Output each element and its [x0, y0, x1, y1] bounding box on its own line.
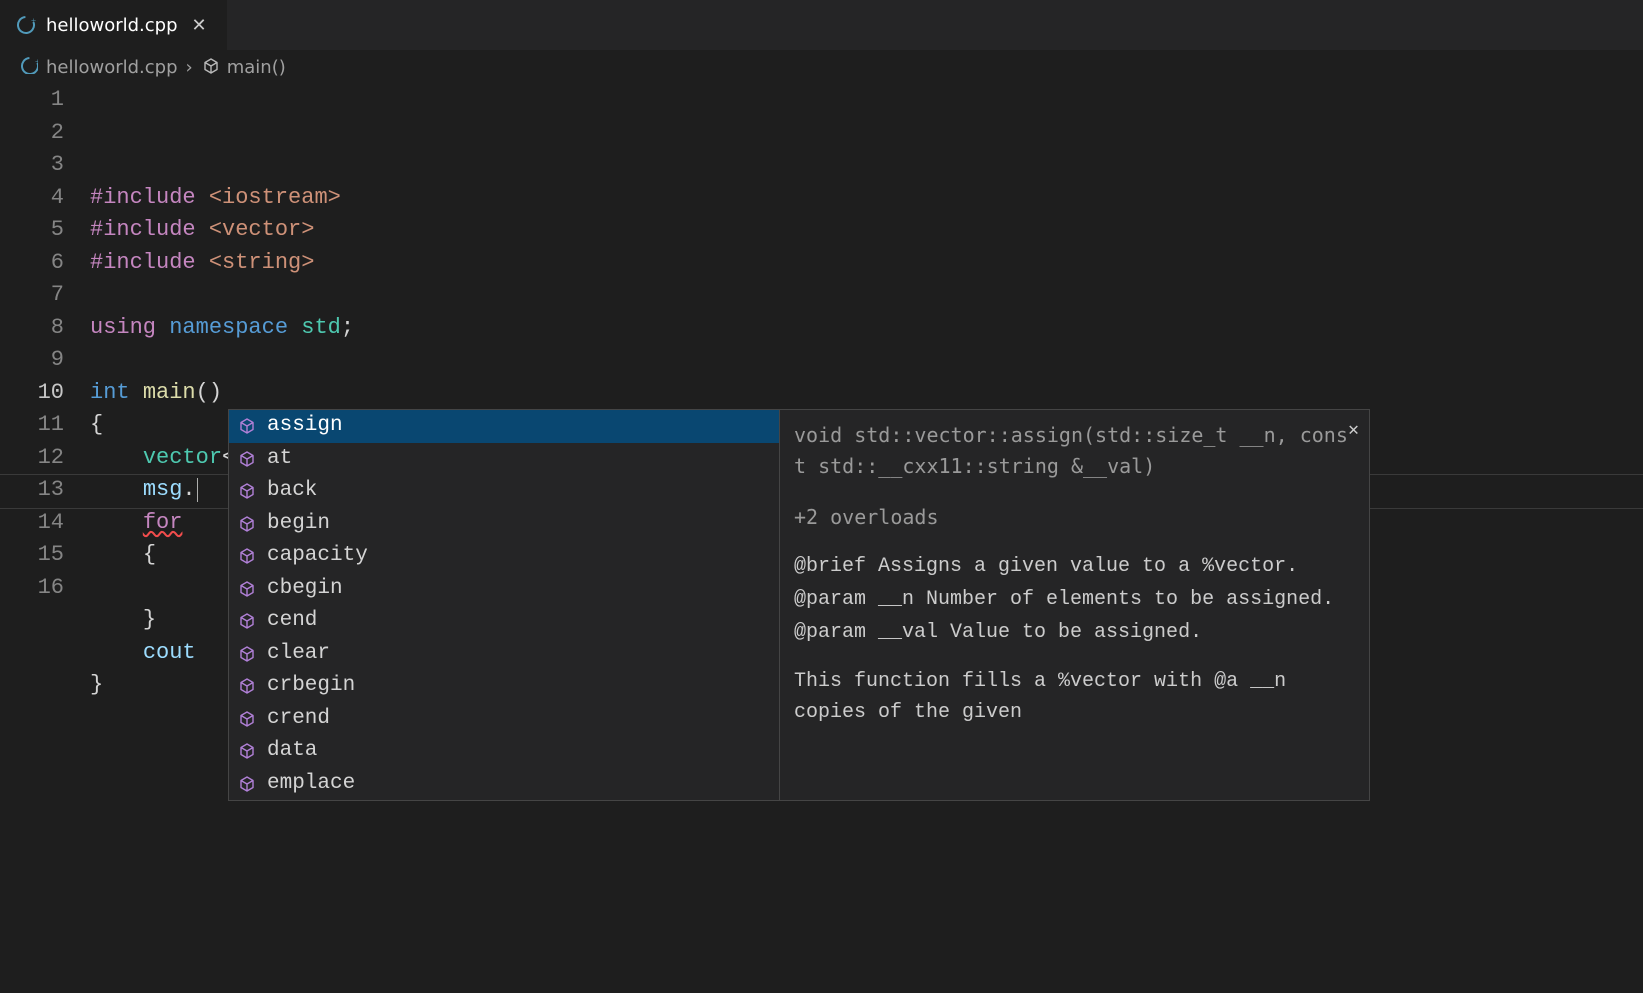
line-number: 6 [0, 247, 64, 280]
code-line[interactable]: using namespace std; [90, 312, 1643, 345]
line-number: 9 [0, 344, 64, 377]
suggest-item-emplace[interactable]: emplace [229, 768, 779, 801]
line-number: 16 [0, 572, 64, 605]
suggest-item-clear[interactable]: clear [229, 638, 779, 671]
line-number: 7 [0, 279, 64, 312]
method-icon [237, 741, 257, 761]
method-icon [237, 676, 257, 696]
suggest-item-label: crend [267, 703, 330, 736]
suggest-item-label: cbegin [267, 573, 343, 606]
method-icon [237, 644, 257, 664]
chevron-right-icon: › [186, 57, 193, 78]
method-icon [237, 481, 257, 501]
suggest-item-label: at [267, 443, 292, 476]
tab-filename: helloworld.cpp [46, 15, 178, 36]
suggest-item-begin[interactable]: begin [229, 508, 779, 541]
doc-overloads: +2 overloads [794, 502, 1355, 533]
method-icon [237, 709, 257, 729]
method-icon [237, 774, 257, 794]
code-area[interactable]: #include <iostream>#include <vector>#inc… [90, 84, 1643, 702]
breadcrumb-symbol[interactable]: main() [227, 57, 286, 78]
doc-line: @brief Assigns a given value to a %vecto… [794, 551, 1355, 582]
suggest-item-label: back [267, 475, 317, 508]
line-number: 4 [0, 182, 64, 215]
line-number: 13 [0, 474, 64, 507]
suggest-item-label: assign [267, 410, 343, 443]
suggest-item-data[interactable]: data [229, 735, 779, 768]
method-icon [237, 514, 257, 534]
method-icon [237, 579, 257, 599]
line-number: 11 [0, 409, 64, 442]
breadcrumb-file[interactable]: helloworld.cpp [46, 57, 178, 78]
suggest-item-back[interactable]: back [229, 475, 779, 508]
cpp-file-icon [20, 56, 38, 79]
suggest-list[interactable]: assignatbackbegincapacitycbegincendclear… [229, 410, 779, 800]
close-icon[interactable]: ✕ [1348, 416, 1359, 447]
doc-signature: void std::vector::assign(std::size_t __n… [794, 420, 1355, 482]
code-line[interactable]: #include <string> [90, 247, 1643, 280]
text-cursor [197, 478, 198, 502]
suggest-item-label: data [267, 735, 317, 768]
suggest-item-label: crbegin [267, 670, 355, 703]
code-line[interactable]: #include <iostream> [90, 182, 1643, 215]
line-number: 15 [0, 539, 64, 572]
suggest-doc: ✕void std::vector::assign(std::size_t __… [779, 410, 1369, 800]
suggest-item-crbegin[interactable]: crbegin [229, 670, 779, 703]
suggest-item-label: emplace [267, 768, 355, 801]
line-number: 5 [0, 214, 64, 247]
close-icon[interactable]: ✕ [188, 15, 211, 36]
suggest-item-crend[interactable]: crend [229, 703, 779, 736]
suggest-item-assign[interactable]: assign [229, 410, 779, 443]
cpp-file-icon [16, 15, 36, 35]
suggest-item-cend[interactable]: cend [229, 605, 779, 638]
tab-helloworld[interactable]: helloworld.cpp ✕ [0, 0, 228, 50]
suggest-item-label: capacity [267, 540, 368, 573]
suggest-item-label: begin [267, 508, 330, 541]
line-number-gutter: 12345678910111213141516 [0, 84, 90, 702]
method-icon [237, 546, 257, 566]
code-line[interactable] [90, 344, 1643, 377]
code-line[interactable] [90, 279, 1643, 312]
line-number: 10 [0, 377, 64, 410]
line-number: 14 [0, 507, 64, 540]
method-icon [201, 56, 219, 79]
suggest-item-cbegin[interactable]: cbegin [229, 573, 779, 606]
doc-line: This function fills a %vector with @a __… [794, 666, 1355, 728]
breadcrumb[interactable]: helloworld.cpp › main() [0, 50, 1643, 84]
method-icon [237, 611, 257, 631]
line-number: 3 [0, 149, 64, 182]
line-number: 1 [0, 84, 64, 117]
intellisense-popup[interactable]: assignatbackbegincapacitycbegincendclear… [228, 409, 1370, 801]
editor[interactable]: 12345678910111213141516 #include <iostre… [0, 84, 1643, 702]
suggest-item-label: cend [267, 605, 317, 638]
method-icon [237, 416, 257, 436]
code-line[interactable]: #include <vector> [90, 214, 1643, 247]
line-number: 2 [0, 117, 64, 150]
doc-line: @param __n Number of elements to be assi… [794, 584, 1355, 615]
line-number: 12 [0, 442, 64, 475]
code-line[interactable]: int main() [90, 377, 1643, 410]
method-icon [237, 449, 257, 469]
suggest-item-capacity[interactable]: capacity [229, 540, 779, 573]
suggest-item-at[interactable]: at [229, 443, 779, 476]
tab-bar: helloworld.cpp ✕ [0, 0, 1643, 50]
suggest-item-label: clear [267, 638, 330, 671]
line-number: 8 [0, 312, 64, 345]
doc-line: @param __val Value to be assigned. [794, 617, 1355, 648]
